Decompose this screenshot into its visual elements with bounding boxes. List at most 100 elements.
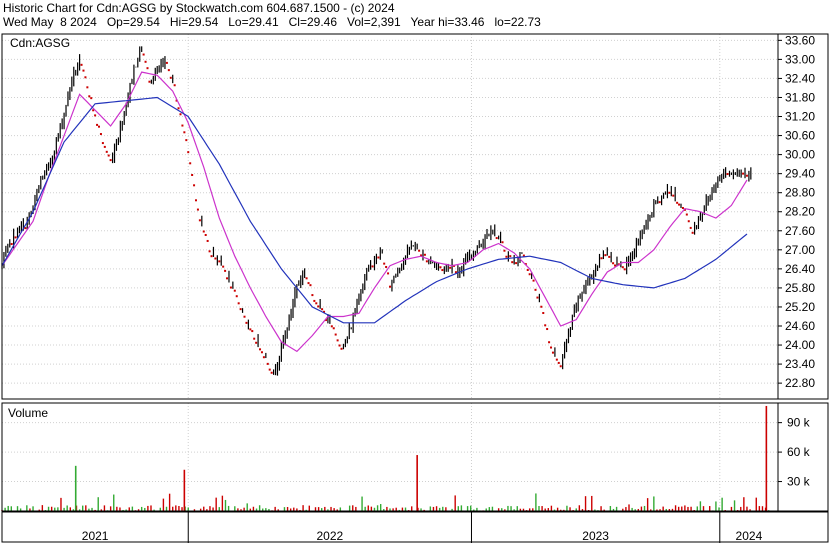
price-dot [687,220,690,223]
price-tick-label: 30.60 [785,129,815,143]
price-dot [309,284,312,287]
price-dot [266,362,269,365]
price-dot [621,266,624,269]
price-dot [259,348,262,351]
price-dot [109,159,112,162]
price-dot [14,236,17,239]
price-dot [307,282,310,285]
price-dot [181,124,184,127]
price-dot [202,230,205,233]
price-dot [144,60,147,63]
price-dot [315,302,318,305]
price-dot [226,277,229,280]
price-tick-label: 22.80 [785,376,815,390]
price-dot [165,61,168,64]
volume-tick-label: 30 k [787,475,811,489]
price-dot [383,262,386,265]
price-dot [726,173,729,176]
price-dot [255,341,258,344]
volume-tick-label: 60 k [787,445,811,459]
price-dot [253,337,256,340]
price-dot [84,76,87,79]
price-dot [187,151,190,154]
price-dot [668,191,671,194]
price-dot [146,67,149,70]
volume-tick-label: 90 k [787,416,811,430]
price-dot [317,305,320,308]
price-dot [105,150,108,153]
price-dot [103,145,106,148]
price-dot [268,368,271,371]
volume-plot [1,405,770,511]
grid [2,34,778,511]
price-dot [557,361,560,364]
price-dot [195,199,197,202]
price-dot [544,324,547,327]
price-dot [439,266,442,269]
price-dot [526,268,529,271]
price-dot [107,154,110,157]
price-panel-title: Cdn:AGSG [10,36,70,50]
price-dot [604,254,607,257]
price-dot [608,255,611,258]
price-tick-label: 25.80 [785,281,815,295]
price-panel-frame [1,33,829,400]
price-dot [198,219,201,222]
price-dot [681,206,684,209]
price-dot [600,257,603,260]
price-dot [387,272,390,275]
price-dot [385,265,388,268]
price-dot [509,255,512,258]
price-dot [332,327,335,330]
price-dot [685,213,688,216]
price-dot [229,286,232,289]
price-dot [237,302,240,305]
time-axis-frame [1,511,829,543]
price-dot [305,277,308,280]
price-dot [167,69,170,72]
volume-panel-frame [1,402,829,512]
price-dot [10,243,13,246]
price-dot [173,84,176,87]
price-dot [210,255,213,258]
price-dot [218,260,221,263]
price-dot [425,260,428,263]
price-dot [528,273,531,276]
price-dot [495,237,498,240]
price-dot [94,114,97,117]
price-tick-label: 25.20 [785,300,815,314]
price-dot [249,328,252,331]
price-dot [189,162,192,165]
price-dot [183,131,186,134]
price-dot [441,269,444,272]
price-dot [208,250,211,253]
price-dot [371,265,374,268]
price-dot [224,269,227,272]
price-dot [678,203,681,206]
price-tick-label: 24.00 [785,338,815,352]
price-tick-label: 32.40 [785,71,815,85]
volume-panel-title: Volume [8,406,48,420]
price-dot [672,194,675,197]
price-tick-label: 26.40 [785,262,815,276]
price-dot [330,325,333,328]
price-dot [204,233,207,236]
price-dot [550,346,553,349]
price-dot [260,351,263,354]
price-dot [88,95,91,98]
price-dot [179,113,182,116]
price-dot [177,107,180,110]
price-dot [418,249,421,252]
price-dot [148,80,151,83]
price-dot [449,266,452,269]
price-dot [243,315,246,318]
price-dot [96,123,99,126]
price-tick-label: 31.80 [785,90,815,104]
price-dot [311,294,314,297]
price-dot [185,139,188,142]
price-dot [691,231,694,234]
price-dot [559,365,562,368]
price-dot [235,295,238,298]
year-label: 2023 [582,529,609,543]
price-tick-label: 27.00 [785,243,815,257]
